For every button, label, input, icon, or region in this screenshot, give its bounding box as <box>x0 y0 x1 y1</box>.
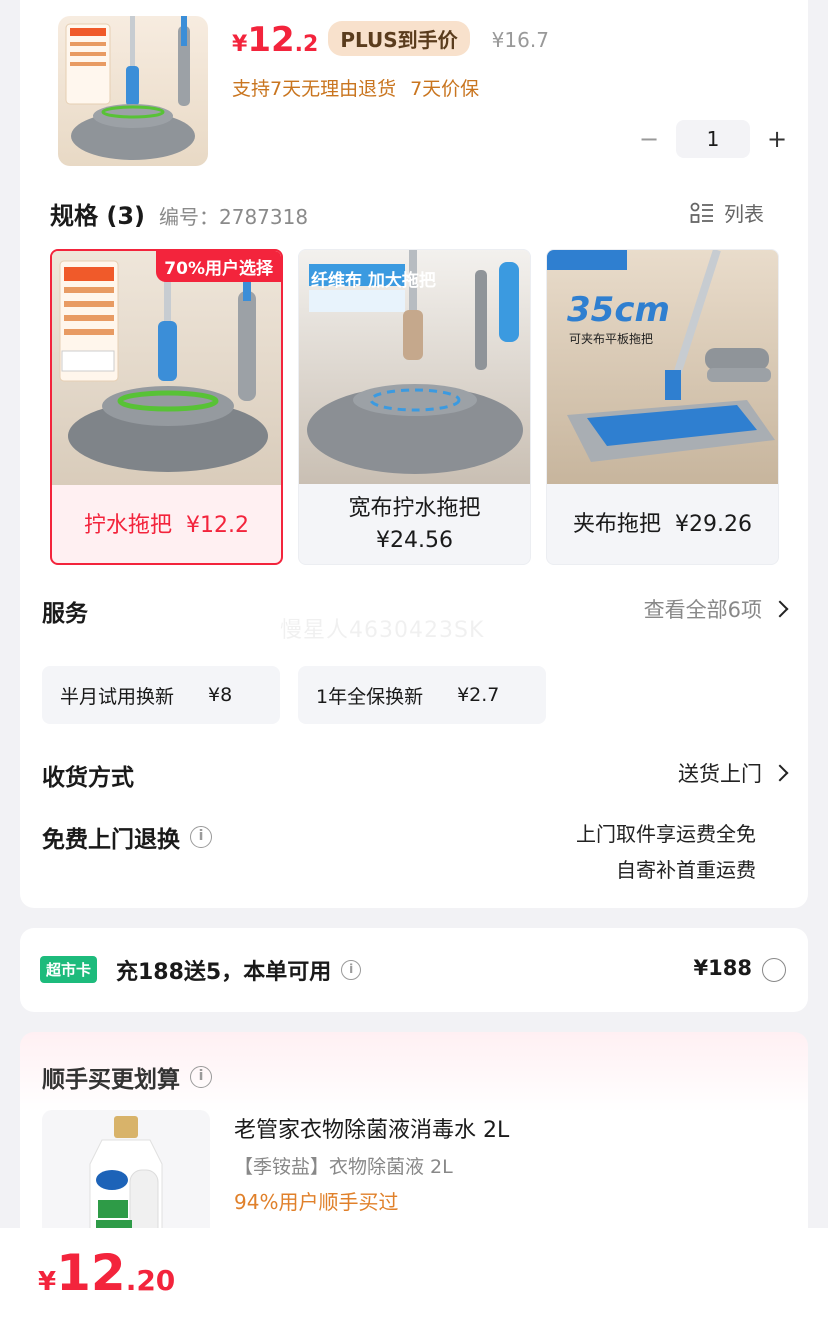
variant-name: 夹布拖把 <box>573 512 662 537</box>
watermark: 慢星人4630423SK <box>280 618 485 643</box>
variant-price: ¥29.26 <box>675 512 752 537</box>
quantity-stepper: − 1 + <box>632 120 794 158</box>
variant-caption: 拧水拖把 ¥12.2 <box>52 485 281 563</box>
variant-option-wide-wring-mop[interactable]: 纤维布 加大拖把 宽布拧水拖把 ¥24.56 <box>298 249 531 565</box>
supermarket-card-radio[interactable] <box>762 958 786 982</box>
variant-list: 70%用户选择 拧水拖把 ¥12.2 纤维布 加大拖把 宽布拧水拖把 ¥24.5… <box>50 249 794 565</box>
addon-title: 顺手买更划算 <box>42 1067 180 1093</box>
variant-price: ¥12.2 <box>186 513 249 538</box>
list-icon <box>690 202 713 223</box>
variant-image-sublabel: 可夹布平板拖把 <box>569 332 654 346</box>
chevron-right-icon <box>771 764 789 782</box>
service-view-all[interactable]: 查看全部6项 <box>643 594 789 624</box>
variant-option-wring-mop[interactable]: 70%用户选择 拧水拖把 ¥12.2 <box>50 249 283 565</box>
variant-image: 35cm 可夹布平板拖把 <box>547 250 778 484</box>
free-return-title: 免费上门退换 <box>42 827 180 853</box>
info-icon[interactable]: i <box>341 960 362 980</box>
return-guarantee: 支持7天无理由退货 <box>232 78 397 100</box>
product-thumbnail[interactable] <box>58 16 208 166</box>
list-label: 列表 <box>724 202 764 226</box>
variant-name: 宽布拧水拖把 <box>348 496 481 521</box>
free-return-line1: 上门取件享运费全免 <box>576 822 756 846</box>
addon-item-name[interactable]: 老管家衣物除菌液消毒水 2L <box>234 1112 509 1144</box>
increase-button[interactable]: + <box>760 125 794 153</box>
variant-name: 拧水拖把 <box>84 513 173 538</box>
mop-image <box>65 16 195 160</box>
price-row: ¥12.2 PLUS到手价 ¥16.7 <box>232 20 549 60</box>
addon-item-sub: 【季铵盐】衣物除菌液 2L <box>234 1156 453 1178</box>
free-return-desc: 上门取件享运费全免 自寄补首重运费 <box>576 816 756 888</box>
info-icon[interactable]: i <box>190 826 212 848</box>
service-label: 半月试用换新 <box>60 685 175 708</box>
supermarket-card-text-row: 充188送5，本单可用 i <box>116 954 362 986</box>
supermarket-card-tag: 超市卡 <box>40 956 98 983</box>
free-return-row: 免费上门退换 i <box>42 820 212 854</box>
total-integer: 12 <box>56 1244 126 1302</box>
variant-image-label: 纤维布 加大拖把 <box>311 271 436 291</box>
variant-price: ¥24.56 <box>376 528 453 553</box>
variant-image-label: 35cm <box>567 290 670 330</box>
free-return-line2: 自寄补首重运费 <box>616 858 756 882</box>
mop-image <box>59 251 268 472</box>
guarantee-text: 支持7天无理由退货 7天价保 <box>232 74 479 101</box>
service-price: ¥2.7 <box>457 684 500 706</box>
variant-caption: 宽布拧水拖把 ¥24.56 <box>299 484 530 564</box>
variant-image <box>52 251 281 485</box>
total-yen: ¥ <box>38 1267 57 1297</box>
plus-price-tag: PLUS到手价 <box>328 21 470 56</box>
info-icon[interactable]: i <box>190 1066 212 1088</box>
original-price: ¥16.7 <box>491 28 549 52</box>
service-title: 服务 <box>42 601 88 627</box>
order-card: ¥12.2 PLUS到手价 ¥16.7 支持7天无理由退货 7天价保 − 1 + … <box>20 0 808 908</box>
price-guarantee: 7天价保 <box>410 78 480 100</box>
addon-header: 顺手买更划算 i <box>42 1060 212 1094</box>
service-options: 半月试用换新 ¥8 1年全保换新 ¥2.7 <box>42 666 564 724</box>
supermarket-card-text: 充188送5，本单可用 <box>116 960 332 985</box>
delivery-value: 送货上门 <box>678 762 762 786</box>
addon-item-popularity: 94%用户顺手买过 <box>234 1190 399 1214</box>
mop-image <box>547 250 775 462</box>
service-price: ¥8 <box>208 684 233 706</box>
service-option-trial[interactable]: 半月试用换新 ¥8 <box>42 666 280 724</box>
service-label: 1年全保换新 <box>316 685 424 708</box>
price-decimal: .2 <box>294 32 319 57</box>
supermarket-card-row[interactable]: 超市卡 充188送5，本单可用 i ¥188 <box>20 928 808 1012</box>
supermarket-card-price: ¥188 <box>693 956 752 980</box>
spec-header: 规格 (3) 编号：2787318 <box>50 196 308 231</box>
yen-symbol: ¥ <box>232 32 248 57</box>
spec-code: 编号：2787318 <box>159 205 309 229</box>
total-price: ¥12.20 <box>38 1244 175 1302</box>
list-view-toggle[interactable]: 列表 <box>690 198 764 227</box>
delivery-method-selector[interactable]: 送货上门 <box>678 758 789 788</box>
current-price: ¥12.2 <box>232 20 318 60</box>
variant-image: 纤维布 加大拖把 <box>299 250 530 484</box>
chevron-right-icon <box>771 600 789 618</box>
bottom-bar: ¥12.20 <box>0 1228 828 1321</box>
total-decimal: .20 <box>125 1264 176 1297</box>
decrease-button[interactable]: − <box>632 125 666 153</box>
view-all-label: 查看全部6项 <box>643 598 762 622</box>
spec-title: 规格 (3) <box>50 202 145 230</box>
variant-caption: 夹布拖把 ¥29.26 <box>547 484 778 564</box>
service-option-warranty[interactable]: 1年全保换新 ¥2.7 <box>298 666 546 724</box>
quantity-input[interactable]: 1 <box>676 120 750 158</box>
delivery-title: 收货方式 <box>42 765 134 791</box>
price-integer: 12 <box>247 20 295 60</box>
popular-badge: 70%用户选择 <box>156 251 281 282</box>
variant-option-clip-mop[interactable]: 35cm 可夹布平板拖把 夹布拖把 ¥29.26 <box>546 249 779 565</box>
